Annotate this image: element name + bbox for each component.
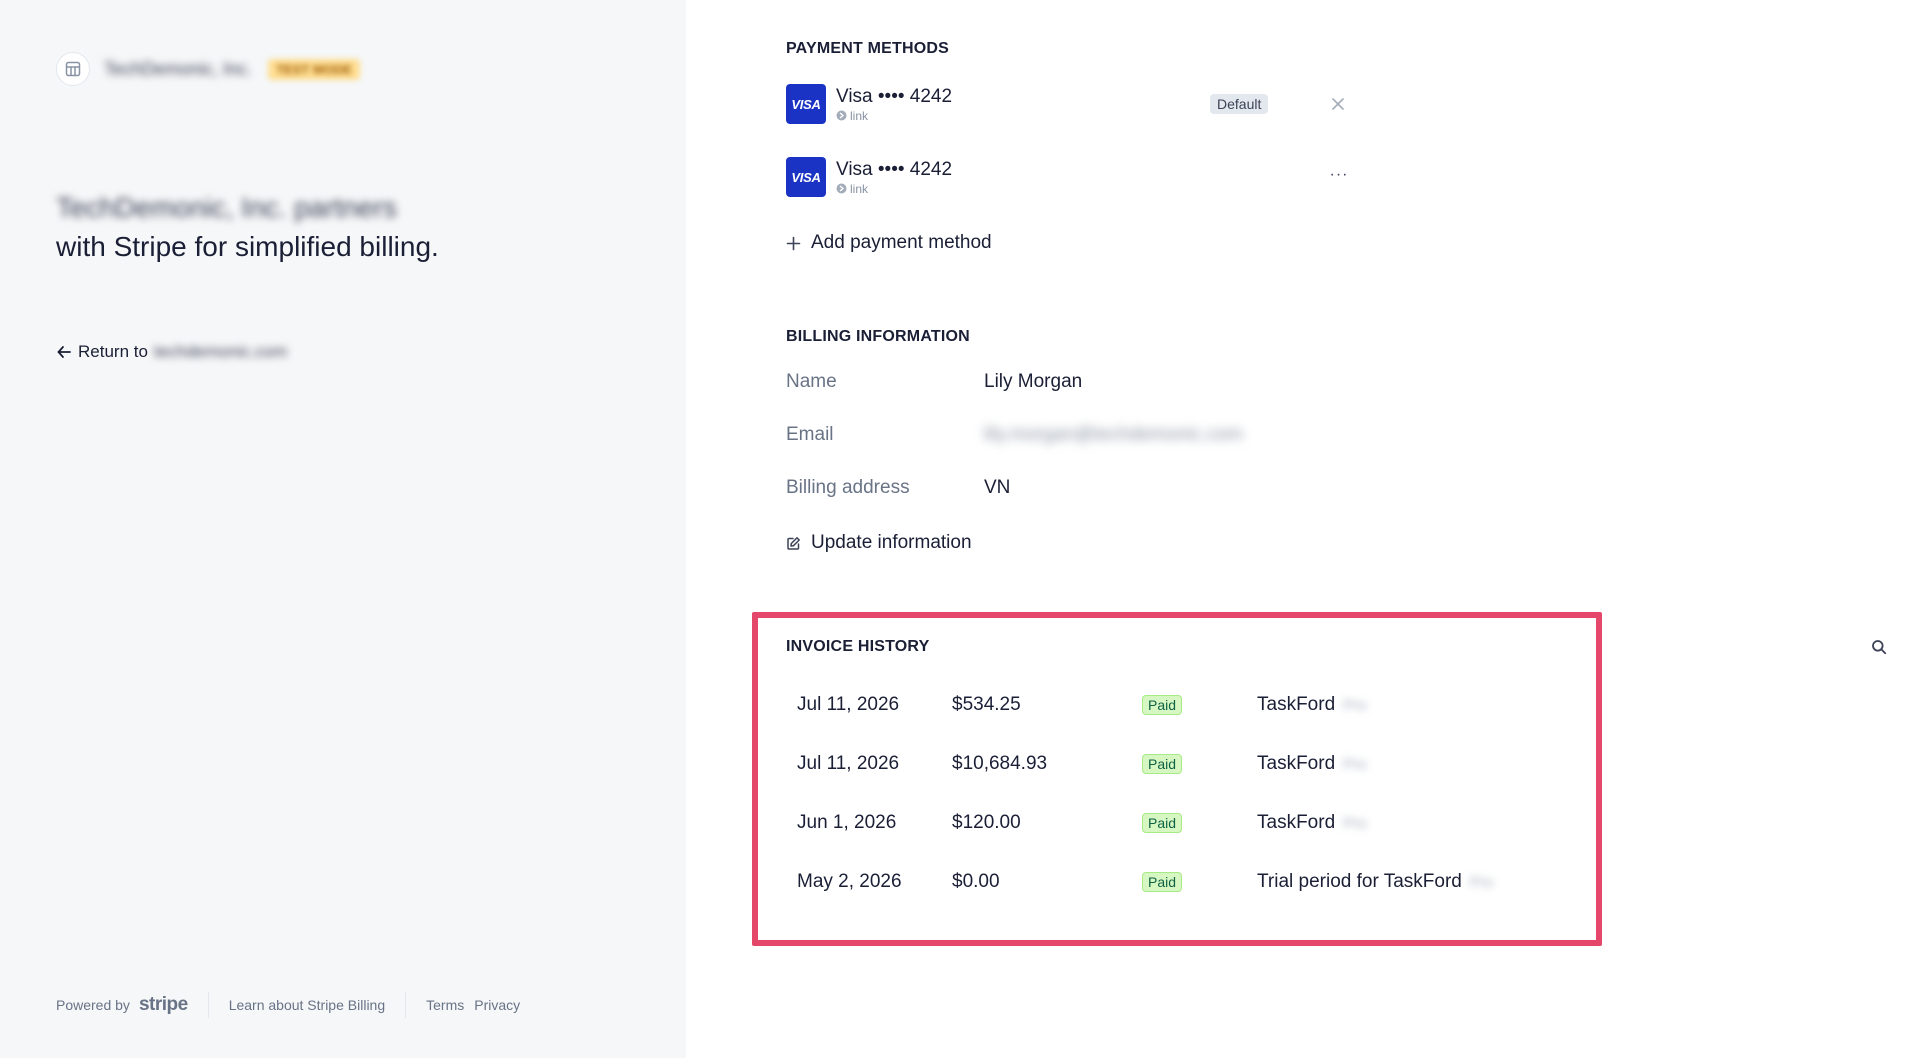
- billing-email-value: lily.morgan@techdemonic.com: [984, 424, 1243, 445]
- billing-email-label: Email: [786, 424, 834, 445]
- return-label: Return to: [78, 342, 148, 361]
- invoice-description-text: TaskFord: [1257, 694, 1336, 715]
- close-icon: [1332, 98, 1344, 110]
- payment-method-details: Visa •••• 4242 link: [836, 86, 952, 123]
- visa-logo: VISA: [786, 84, 826, 124]
- visa-logo: VISA: [786, 157, 826, 197]
- tagline-merchant: TechDemonic, Inc. partners: [56, 192, 397, 223]
- invoice-date: Jun 1, 2026: [797, 812, 897, 833]
- card-label: Visa •••• 4242: [836, 158, 953, 180]
- search-button[interactable]: [1868, 636, 1890, 658]
- invoice-description-extra: Pro: [1343, 696, 1367, 714]
- add-payment-method-button[interactable]: Add payment method: [786, 232, 992, 254]
- search-icon: [1872, 640, 1887, 655]
- invoice-description-extra: Pro: [1343, 814, 1367, 832]
- card-sub: link: [836, 109, 952, 123]
- invoice-history-heading: INVOICE HISTORY: [786, 638, 930, 655]
- payment-method-row: VISA Visa •••• 4242 link Default: [786, 82, 1346, 126]
- billing-address-label: Billing address: [786, 477, 910, 498]
- learn-stripe-billing-link[interactable]: Learn about Stripe Billing: [229, 997, 385, 1013]
- invoice-description: TaskFord Pro: [1257, 812, 1366, 834]
- invoice-row[interactable]: Jul 11, 2026 $10,684.93 Paid TaskFord Pr…: [797, 742, 1557, 786]
- invoice-amount: $0.00: [952, 871, 1000, 892]
- billing-email-row: Email lily.morgan@techdemonic.com: [786, 424, 1346, 446]
- payment-method-details: Visa •••• 4242 link: [836, 159, 952, 196]
- invoice-description-text: TaskFord: [1257, 753, 1336, 774]
- link-icon: [836, 110, 847, 121]
- status-badge: Paid: [1142, 872, 1183, 892]
- status-badge: Paid: [1142, 754, 1183, 774]
- return-target: techdemonic.com: [153, 342, 288, 361]
- add-payment-method-label: Add payment method: [811, 232, 992, 253]
- invoice-description-extra: Pro: [1343, 755, 1367, 773]
- tagline: TechDemonic, Inc. partners with Stripe f…: [56, 188, 456, 266]
- invoice-description: TaskFord Pro: [1257, 694, 1366, 716]
- tagline-text: with Stripe for simplified billing.: [56, 231, 439, 262]
- invoice-date: Jul 11, 2026: [797, 694, 900, 715]
- invoice-description-text: Trial period for TaskFord: [1257, 871, 1462, 892]
- invoice-amount: $10,684.93: [952, 753, 1048, 774]
- card-sub-label: link: [850, 108, 869, 123]
- card-label: Visa •••• 4242: [836, 85, 953, 107]
- footer-divider: [207, 992, 209, 1018]
- return-link[interactable]: Return to techdemonic.com: [56, 342, 287, 362]
- edit-icon: [786, 536, 801, 551]
- privacy-link[interactable]: Privacy: [474, 997, 520, 1013]
- stripe-logo: stripe: [138, 994, 188, 1015]
- status-badge: Paid: [1142, 695, 1183, 715]
- billing-name-label: Name: [786, 371, 837, 392]
- billing-name-value: Lily Morgan: [984, 371, 1083, 392]
- merchant-header: TechDemonic, Inc. TEST MODE: [56, 52, 360, 86]
- status-badge: Paid: [1142, 813, 1183, 833]
- invoice-description: Trial period for TaskFord Pro: [1257, 871, 1493, 893]
- card-sub-label: link: [850, 181, 869, 196]
- plus-icon: [786, 236, 801, 251]
- powered-by-label: Powered by: [56, 997, 130, 1013]
- update-information-label: Update information: [811, 532, 972, 553]
- card-sub: link: [836, 182, 952, 196]
- merchant-panel: TechDemonic, Inc. TEST MODE TechDemonic,…: [0, 0, 686, 1058]
- terms-link[interactable]: Terms: [426, 997, 464, 1013]
- invoice-row[interactable]: Jun 1, 2026 $120.00 Paid TaskFord Pro: [797, 801, 1557, 845]
- payment-method-row: VISA Visa •••• 4242 link ···: [786, 155, 1347, 199]
- default-badge: Default: [1210, 94, 1269, 114]
- store-icon: [56, 52, 90, 86]
- invoice-description-extra: Pro: [1469, 873, 1494, 891]
- footer: Powered by stripe Learn about Stripe Bil…: [56, 992, 520, 1018]
- invoice-date: May 2, 2026: [797, 871, 902, 892]
- invoice-date: Jul 11, 2026: [797, 753, 900, 774]
- invoice-row[interactable]: May 2, 2026 $0.00 Paid Trial period for …: [797, 860, 1557, 904]
- invoice-description-text: TaskFord: [1257, 812, 1336, 833]
- powered-by-stripe[interactable]: Powered by stripe: [56, 994, 188, 1016]
- more-options-button[interactable]: ···: [1328, 165, 1350, 185]
- billing-address-row: Billing address VN: [786, 477, 1346, 499]
- payment-methods-heading: PAYMENT METHODS: [786, 40, 950, 57]
- test-mode-badge: TEST MODE: [268, 58, 360, 80]
- update-information-button[interactable]: Update information: [786, 532, 972, 554]
- billing-address-value: VN: [984, 477, 1011, 498]
- link-icon: [836, 183, 847, 194]
- invoice-description: TaskFord Pro: [1257, 753, 1366, 775]
- arrow-left-icon: [56, 344, 72, 360]
- billing-name-row: Name Lily Morgan: [786, 371, 1346, 393]
- billing-information-heading: BILLING INFORMATION: [786, 328, 970, 345]
- invoice-row[interactable]: Jul 11, 2026 $534.25 Paid TaskFord Pro: [797, 683, 1557, 727]
- invoice-amount: $120.00: [952, 812, 1021, 833]
- footer-divider: [405, 992, 407, 1018]
- merchant-name: TechDemonic, Inc.: [104, 58, 253, 79]
- invoice-amount: $534.25: [952, 694, 1021, 715]
- remove-payment-method-button[interactable]: [1328, 94, 1348, 114]
